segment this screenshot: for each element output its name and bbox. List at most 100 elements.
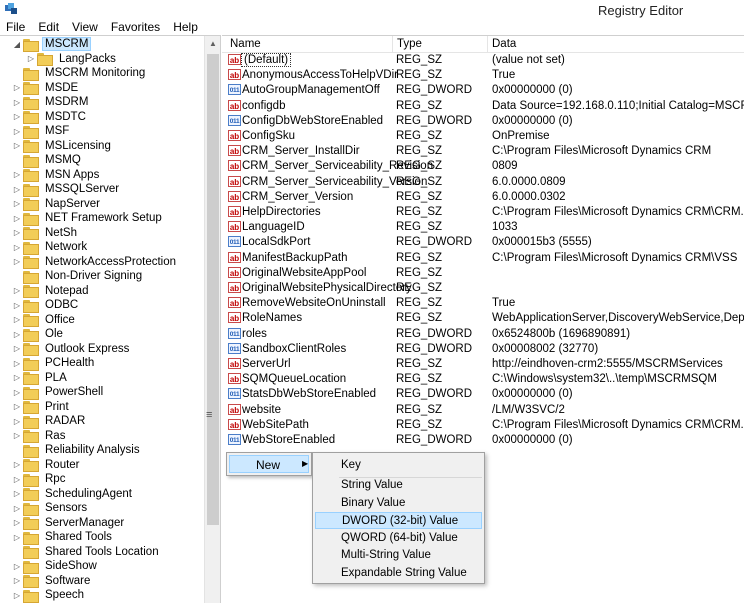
value-row[interactable]: ab CRM_Server_Serviceability_Revision REG_… bbox=[222, 159, 744, 174]
value-row[interactable]: ab OriginalWebsitePhysicalDirectory REG_SZ bbox=[222, 281, 744, 296]
tree-item[interactable]: ▷ MSLicensing bbox=[12, 139, 114, 154]
value-row[interactable]: 011 roles REG_DWORD 0x6524800b (1696890891) bbox=[222, 327, 744, 342]
tree-expand-icon[interactable]: ▷ bbox=[12, 257, 22, 266]
tree-expand-icon[interactable]: ▷ bbox=[12, 518, 22, 527]
menu-file[interactable]: File bbox=[6, 20, 25, 34]
tree-item[interactable]: ▷ MSDTC bbox=[12, 110, 89, 125]
tree-expand-icon[interactable]: ▷ bbox=[12, 228, 22, 237]
tree-expand-icon[interactable]: ▷ bbox=[12, 431, 22, 440]
tree-item[interactable]: ▷ ODBC bbox=[12, 298, 81, 313]
value-row[interactable]: ab (Default) REG_SZ (value not set) bbox=[222, 53, 744, 68]
tree-item[interactable]: ▷ Router bbox=[12, 458, 83, 473]
menu-help[interactable]: Help bbox=[173, 20, 198, 34]
tree-expand-icon[interactable]: ▷ bbox=[12, 562, 22, 571]
tree-item[interactable]: ▷ Notepad bbox=[12, 284, 91, 299]
tree-expand-icon[interactable]: ▷ bbox=[12, 170, 22, 179]
submenu-item[interactable]: Multi-String Value bbox=[315, 547, 482, 564]
tree-scrollbar[interactable]: ▲ bbox=[204, 36, 220, 603]
submenu-item[interactable]: Expandable String Value bbox=[315, 565, 482, 582]
tree-expand-icon[interactable]: ▷ bbox=[12, 402, 22, 411]
tree-item[interactable]: Reliability Analysis bbox=[12, 443, 143, 458]
tree-item[interactable]: ▷ Ole bbox=[12, 327, 66, 342]
tree-item[interactable]: ▷ Speech bbox=[12, 588, 87, 603]
tree-collapse-icon[interactable]: ◢ bbox=[12, 40, 22, 49]
value-row[interactable]: 011 ConfigDbWebStoreEnabled REG_DWORD 0x000… bbox=[222, 114, 744, 129]
tree-item[interactable]: ▷ Rpc bbox=[12, 472, 68, 487]
tree-item[interactable]: ▷ MSSQLServer bbox=[12, 182, 122, 197]
scroll-thumb[interactable] bbox=[207, 54, 219, 525]
tree-expand-icon[interactable]: ▷ bbox=[12, 533, 22, 542]
value-row[interactable]: ab RoleNames REG_SZ WebApplicationServer,Di… bbox=[222, 311, 744, 326]
value-row[interactable]: ab RemoveWebsiteOnUninstall REG_SZ True bbox=[222, 296, 744, 311]
tree-expand-icon[interactable]: ▷ bbox=[12, 243, 22, 252]
tree-expand-icon[interactable]: ▷ bbox=[12, 330, 22, 339]
column-type-header[interactable]: Type bbox=[397, 38, 422, 50]
tree-item[interactable]: ▷ MSN Apps bbox=[12, 168, 102, 183]
tree-expand-icon[interactable]: ▷ bbox=[12, 83, 22, 92]
tree-item[interactable]: Shared Tools Location bbox=[12, 545, 162, 560]
tree-expand-icon[interactable]: ▷ bbox=[12, 98, 22, 107]
value-row[interactable]: 011 LocalSdkPort REG_DWORD 0x000015b3 (5555… bbox=[222, 235, 744, 250]
tree-item[interactable]: ▷ PLA bbox=[12, 371, 70, 386]
tree-item[interactable]: ▷ Shared Tools bbox=[12, 530, 115, 545]
tree-item[interactable]: ▷ Sensors bbox=[12, 501, 90, 516]
value-row[interactable]: ab CRM_Server_InstallDir REG_SZ C:\Program … bbox=[222, 144, 744, 159]
tree-expand-icon[interactable]: ▷ bbox=[12, 199, 22, 208]
tree-item[interactable]: ▷ LangPacks bbox=[26, 52, 119, 67]
tree-expand-icon[interactable]: ▷ bbox=[12, 141, 22, 150]
menu-view[interactable]: View bbox=[72, 20, 98, 34]
tree-item[interactable]: MSCRM Monitoring bbox=[12, 66, 148, 81]
value-row[interactable]: ab CRM_Server_Version REG_SZ 6.0.0000.0302 bbox=[222, 190, 744, 205]
value-row[interactable]: 011 WebStoreEnabled REG_DWORD 0x00000000 (0… bbox=[222, 433, 744, 448]
tree-expand-icon[interactable]: ▷ bbox=[12, 112, 22, 121]
menu-favorites[interactable]: Favorites bbox=[111, 20, 160, 34]
tree-item[interactable]: ▷ ServerManager bbox=[12, 516, 127, 531]
tree-item[interactable]: ▷ Network bbox=[12, 240, 90, 255]
submenu-item-key[interactable]: Key bbox=[315, 457, 482, 474]
value-row[interactable]: ab WebSitePath REG_SZ C:\Program Files\Micr… bbox=[222, 418, 744, 433]
tree-item[interactable]: ◢ MSCRM bbox=[12, 37, 92, 52]
tree-expand-icon[interactable]: ▷ bbox=[12, 127, 22, 136]
tree-item[interactable]: ▷ MSDRM bbox=[12, 95, 91, 110]
tree-expand-icon[interactable]: ▷ bbox=[12, 373, 22, 382]
column-data-header[interactable]: Data bbox=[492, 38, 516, 50]
tree-expand-icon[interactable]: ▷ bbox=[12, 576, 22, 585]
tree-item[interactable]: ▷ Print bbox=[12, 400, 72, 415]
tree-expand-icon[interactable]: ▷ bbox=[12, 417, 22, 426]
submenu-item[interactable]: Binary Value bbox=[315, 495, 482, 512]
menu-edit[interactable]: Edit bbox=[38, 20, 59, 34]
value-row[interactable]: ab HelpDirectories REG_SZ C:\Program Files\… bbox=[222, 205, 744, 220]
tree-expand-icon[interactable]: ▷ bbox=[12, 359, 22, 368]
tree-item[interactable]: ▷ NapServer bbox=[12, 197, 103, 212]
tree-item[interactable]: ▷ RADAR bbox=[12, 414, 88, 429]
value-row[interactable]: 011 SandboxClientRoles REG_DWORD 0x00008002… bbox=[222, 342, 744, 357]
tree-item[interactable]: ▷ SideShow bbox=[12, 559, 100, 574]
tree-item[interactable]: ▷ Outlook Express bbox=[12, 342, 132, 357]
value-row[interactable]: ab CRM_Server_Serviceability_Version REG_S… bbox=[222, 175, 744, 190]
tree-item[interactable]: MSMQ bbox=[12, 153, 84, 168]
column-name-header[interactable]: Name bbox=[230, 38, 261, 50]
menu-item-new[interactable]: New ▶ bbox=[229, 455, 309, 473]
tree-item[interactable]: ▷ Office bbox=[12, 313, 78, 328]
value-row[interactable]: ab ConfigSku REG_SZ OnPremise bbox=[222, 129, 744, 144]
tree-item[interactable]: ▷ NetSh bbox=[12, 226, 80, 241]
value-row[interactable]: ab LanguageID REG_SZ 1033 bbox=[222, 220, 744, 235]
scroll-up-arrow-icon[interactable]: ▲ bbox=[205, 36, 221, 52]
tree-item[interactable]: ▷ PCHealth bbox=[12, 356, 97, 371]
value-row[interactable]: 011 AutoGroupManagementOff REG_DWORD 0x0000… bbox=[222, 83, 744, 98]
value-row[interactable]: ab website REG_SZ/LM/W3SVC/2 bbox=[222, 403, 744, 418]
tree-item[interactable]: ▷ SchedulingAgent bbox=[12, 487, 135, 502]
tree-expand-icon[interactable]: ▷ bbox=[12, 388, 22, 397]
tree-item[interactable]: ▷ Ras bbox=[12, 429, 68, 444]
tree-expand-icon[interactable]: ▷ bbox=[12, 344, 22, 353]
splitter-grip-icon[interactable]: ≡ bbox=[206, 409, 212, 421]
tree-item[interactable]: ▷ PowerShell bbox=[12, 385, 106, 400]
submenu-item[interactable]: QWORD (64-bit) Value bbox=[315, 530, 482, 547]
tree-item[interactable]: ▷ MSF bbox=[12, 124, 72, 139]
tree-expand-icon[interactable]: ▷ bbox=[12, 460, 22, 469]
tree-expand-icon[interactable]: ▷ bbox=[12, 591, 22, 600]
value-row[interactable]: ab OriginalWebsiteAppPool REG_SZ bbox=[222, 266, 744, 281]
value-row[interactable]: ab ManifestBackupPath REG_SZ C:\Program Fil… bbox=[222, 251, 744, 266]
tree-expand-icon[interactable]: ▷ bbox=[12, 315, 22, 324]
tree-expand-icon[interactable]: ▷ bbox=[12, 185, 22, 194]
